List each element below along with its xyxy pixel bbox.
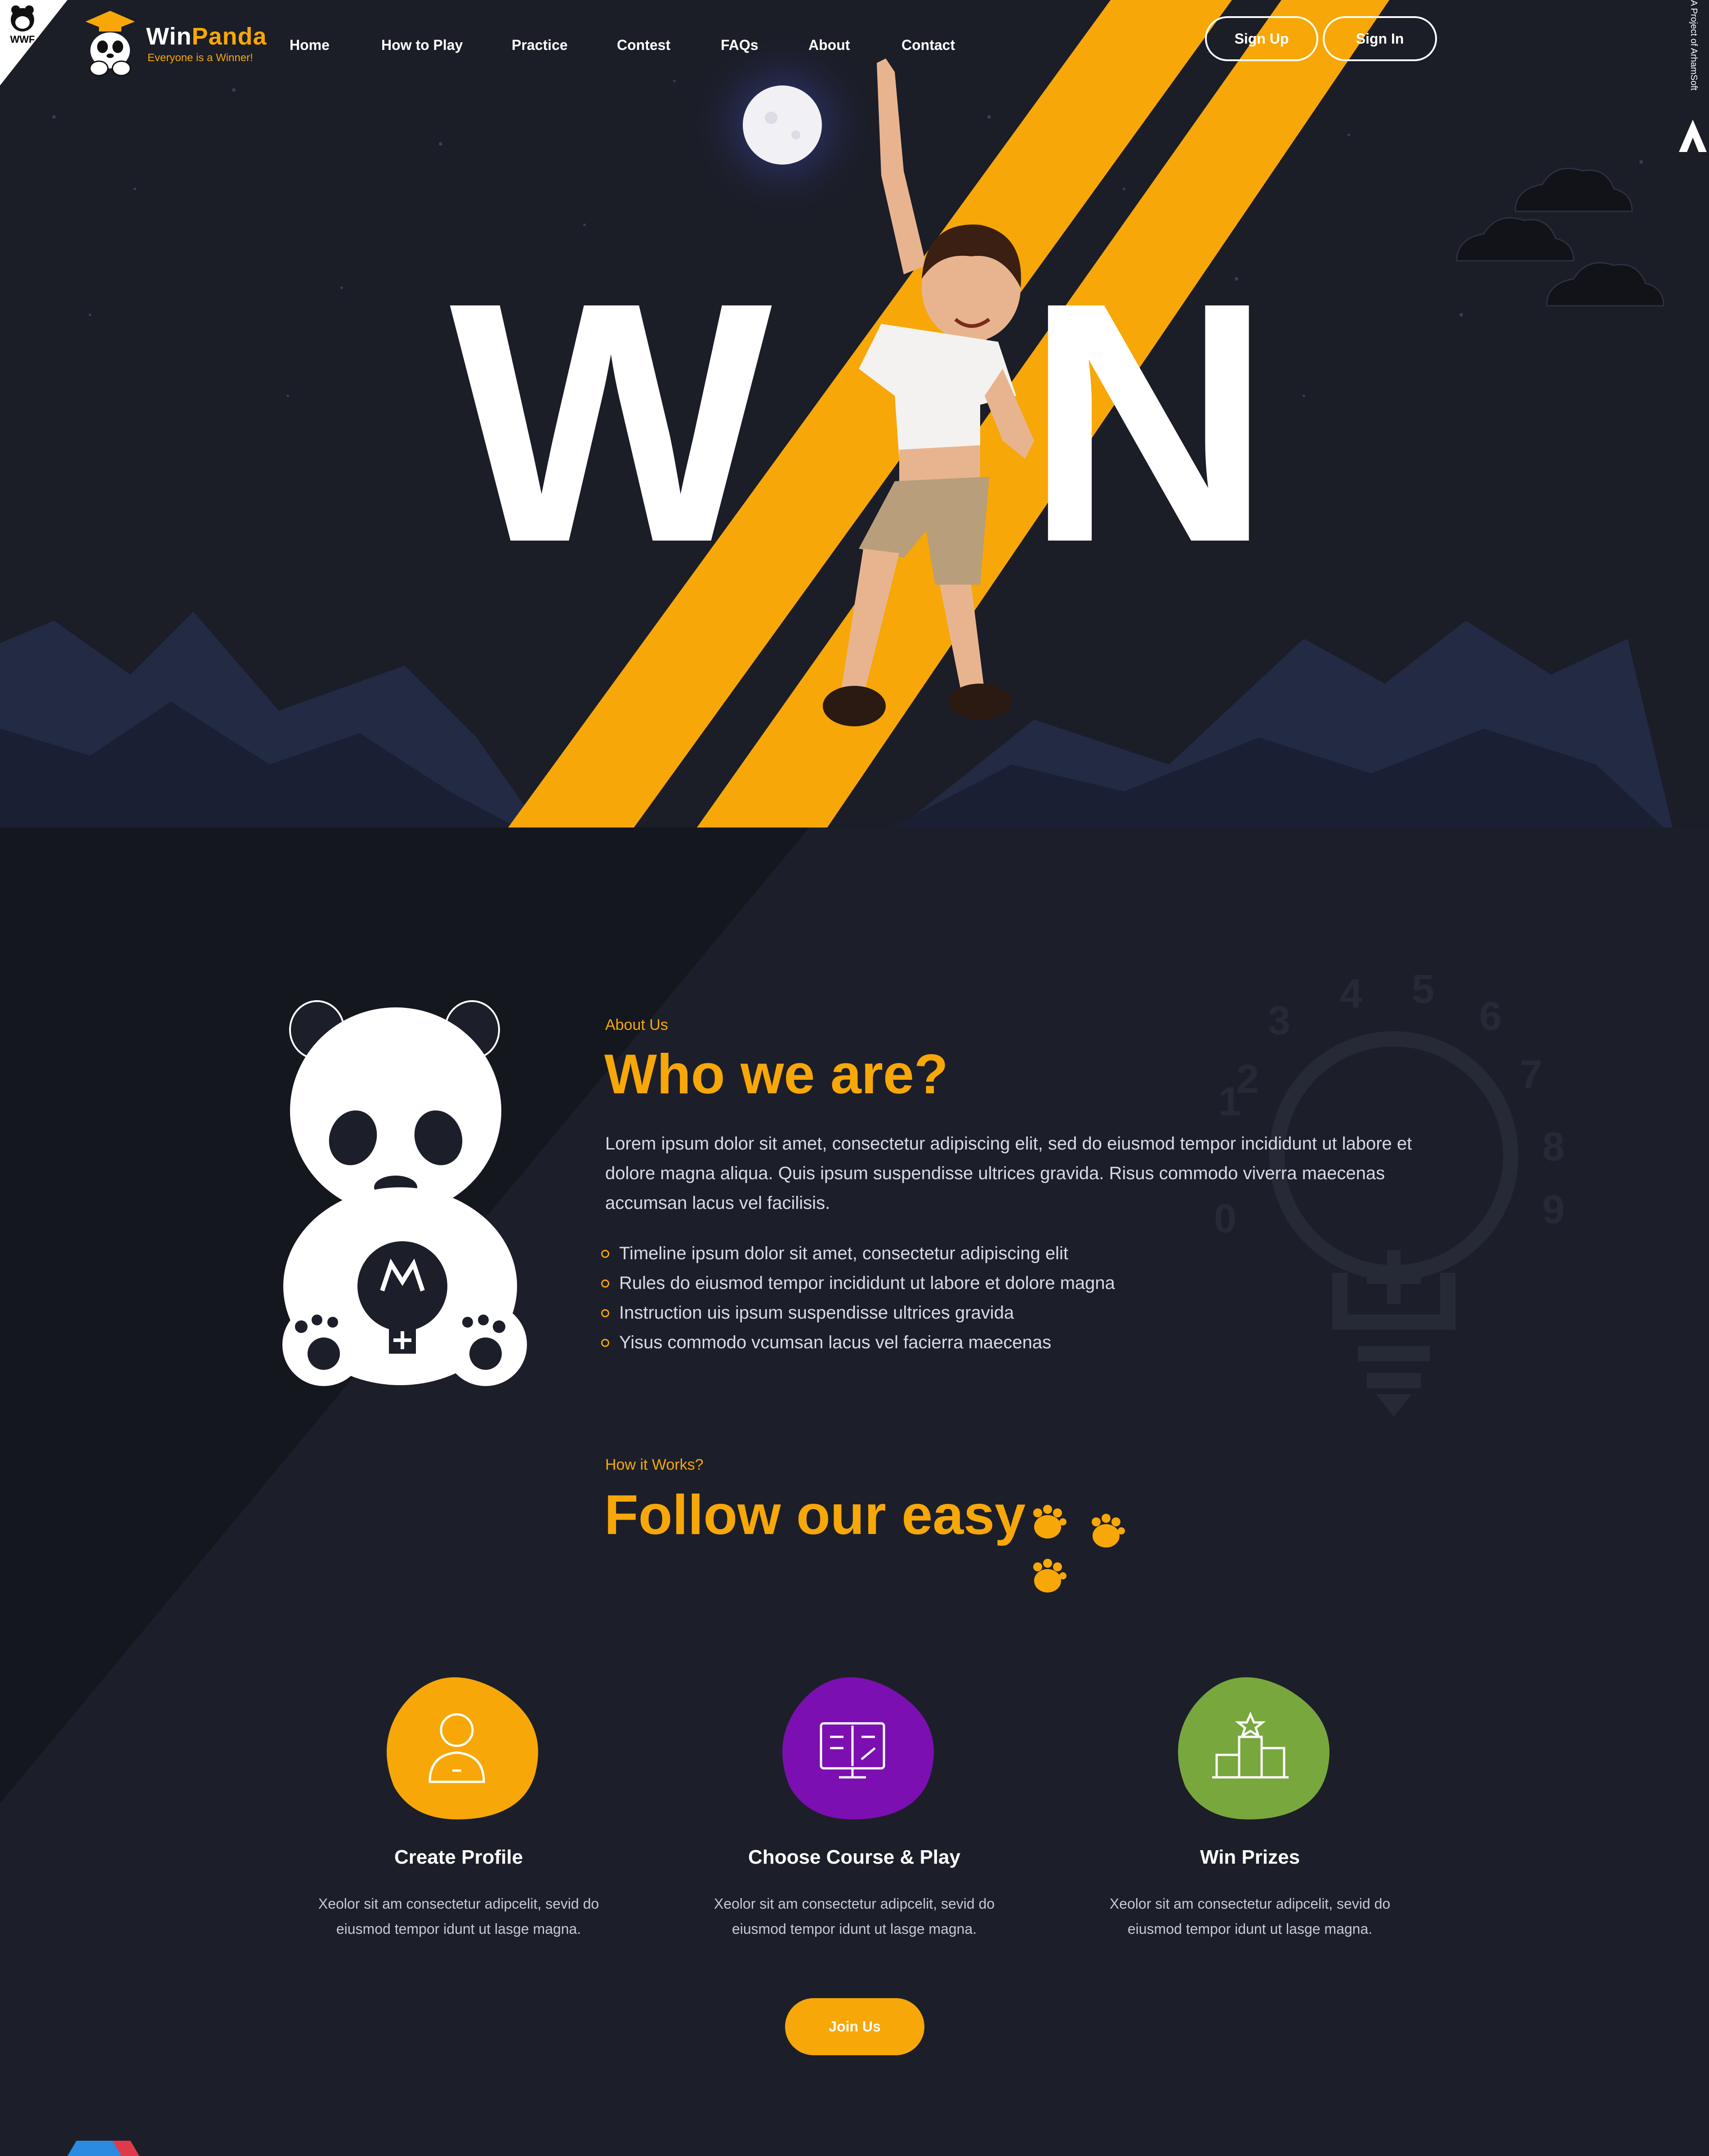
arhamsoft-logo-icon[interactable] bbox=[1677, 118, 1709, 154]
signup-button[interactable]: Sign Up bbox=[1205, 16, 1318, 61]
how-title: Follow our easy bbox=[604, 1484, 1026, 1546]
decorative-shape bbox=[67, 2141, 139, 2156]
nav-about[interactable]: About bbox=[808, 37, 850, 54]
step-desc: Xeolor sit am consectetur adipcelit, sev… bbox=[1109, 1896, 1391, 1937]
bulb-digit-9: 9 bbox=[1542, 1187, 1565, 1232]
bulb-digit-7: 7 bbox=[1520, 1052, 1542, 1097]
bullet-dot bbox=[601, 1279, 609, 1288]
join-us-button[interactable]: Join Us bbox=[785, 1998, 924, 2055]
nav-faqs[interactable]: FAQs bbox=[721, 37, 759, 54]
bulb-digit-3: 3 bbox=[1268, 998, 1290, 1043]
nav-how-to-play[interactable]: How to Play bbox=[381, 37, 463, 54]
step-title: Create Profile bbox=[394, 1846, 523, 1868]
bullet-dot bbox=[601, 1339, 609, 1347]
bullet-text: Yisus commodo vcumsan lacus vel facierra… bbox=[619, 1333, 1052, 1352]
nav-contact[interactable]: Contact bbox=[901, 37, 955, 54]
hero-section: W N WWF WinPanda Everyone is a Winner! H… bbox=[0, 0, 1709, 828]
step-title: Win Prizes bbox=[1200, 1846, 1300, 1868]
wwf-badge[interactable]: WWF bbox=[4, 3, 40, 52]
brand-name[interactable]: WinPanda bbox=[146, 22, 267, 50]
brand-name-panda: Panda bbox=[192, 23, 267, 50]
bullet-dot bbox=[601, 1250, 609, 1258]
paw-prints-icon bbox=[1033, 1505, 1125, 1592]
bullet-dot bbox=[601, 1309, 609, 1317]
step-blob-win-prizes[interactable] bbox=[1167, 1669, 1334, 1827]
bullet-text: Timeline ipsum dolor sit amet, consectet… bbox=[619, 1244, 1068, 1263]
about-title: Who we are? bbox=[604, 1043, 948, 1105]
bulb-digit-6: 6 bbox=[1479, 994, 1502, 1039]
panda-icon bbox=[11, 5, 34, 31]
bullet-text: Instruction uis ipsum suspendisse ultric… bbox=[619, 1303, 1014, 1323]
bulb-digit-4: 4 bbox=[1340, 971, 1362, 1016]
signin-button[interactable]: Sign In bbox=[1323, 16, 1437, 61]
bulb-digit-5: 5 bbox=[1412, 967, 1434, 1012]
how-eyebrow: How it Works? bbox=[605, 1456, 704, 1473]
bulb-digit-8: 8 bbox=[1542, 1124, 1565, 1169]
brand-tagline: Everyone is a Winner! bbox=[147, 52, 253, 64]
panda-lightbulb-illustration bbox=[282, 1000, 527, 1386]
logo[interactable] bbox=[81, 9, 139, 76]
bulb-digit-2: 2 bbox=[1236, 1057, 1259, 1102]
hero-letter-w: W bbox=[450, 232, 772, 613]
nav-home[interactable]: Home bbox=[290, 37, 330, 54]
jumping-kid-illustration bbox=[823, 58, 1034, 726]
step-blob-create-profile[interactable] bbox=[376, 1669, 542, 1827]
step-blob-choose-course[interactable] bbox=[772, 1669, 938, 1827]
step-desc: Xeolor sit am consectetur adipcelit, sev… bbox=[714, 1896, 995, 1937]
step-desc: Xeolor sit am consectetur adipcelit, sev… bbox=[318, 1896, 599, 1937]
about-paragraph: Lorem ipsum dolor sit amet, consectetur … bbox=[605, 1134, 1412, 1213]
about-eyebrow: About Us bbox=[605, 1016, 668, 1033]
side-credit: A Project of ArhamSoft bbox=[1689, 0, 1699, 91]
nav-practice[interactable]: Practice bbox=[512, 37, 568, 54]
nav-contest[interactable]: Contest bbox=[617, 37, 670, 54]
step-title: Choose Course & Play bbox=[748, 1846, 960, 1868]
wwf-badge-label: WWF bbox=[10, 34, 35, 45]
panda-logo-icon bbox=[85, 11, 135, 76]
hero-letter-n: N bbox=[1025, 232, 1272, 613]
bullet-text: Rules do eiusmod tempor incididunt ut la… bbox=[619, 1273, 1115, 1293]
brand-name-win: Win bbox=[146, 23, 192, 50]
